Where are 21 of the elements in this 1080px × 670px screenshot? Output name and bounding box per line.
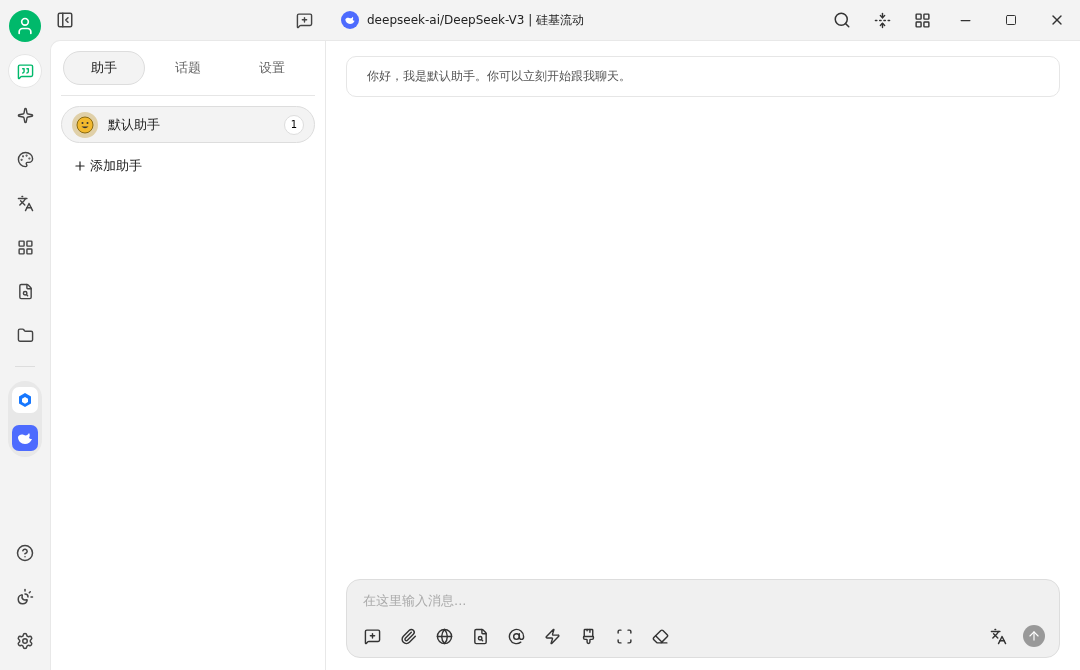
message-composer[interactable]: 在这里输入消息... <box>346 579 1060 658</box>
chat-message: 你好，我是默认助手。你可以立刻开始跟我聊天。 <box>346 56 1060 97</box>
plus-icon <box>73 159 87 173</box>
whale-logo-icon[interactable] <box>12 425 38 451</box>
topic-count: 1 <box>284 114 304 135</box>
assistant-name: 默认助手 <box>108 115 161 134</box>
sidebar-tab[interactable]: 话题 <box>147 51 229 85</box>
new-topic-icon[interactable] <box>296 11 313 29</box>
add-assistant-button[interactable]: 添加助手 <box>61 143 315 189</box>
assistant-item[interactable]: 默认助手 1 <box>61 106 315 143</box>
user-avatar[interactable] <box>9 10 41 42</box>
model-title[interactable]: deepseek-ai/DeepSeek-V3 | 硅基流动 <box>367 11 585 29</box>
arrow-up-icon <box>1027 629 1041 643</box>
sidebar-toggle-icon[interactable] <box>56 11 74 29</box>
hexagon-logo-icon[interactable] <box>12 387 38 413</box>
chat-icon[interactable] <box>8 54 42 88</box>
whale-logo-icon <box>341 11 359 29</box>
smiley-icon <box>72 111 98 138</box>
sidebar-tab[interactable]: 助手 <box>63 51 145 85</box>
sidebar-tab[interactable]: 设置 <box>231 51 313 85</box>
message-input[interactable]: 在这里输入消息... <box>361 590 1045 611</box>
